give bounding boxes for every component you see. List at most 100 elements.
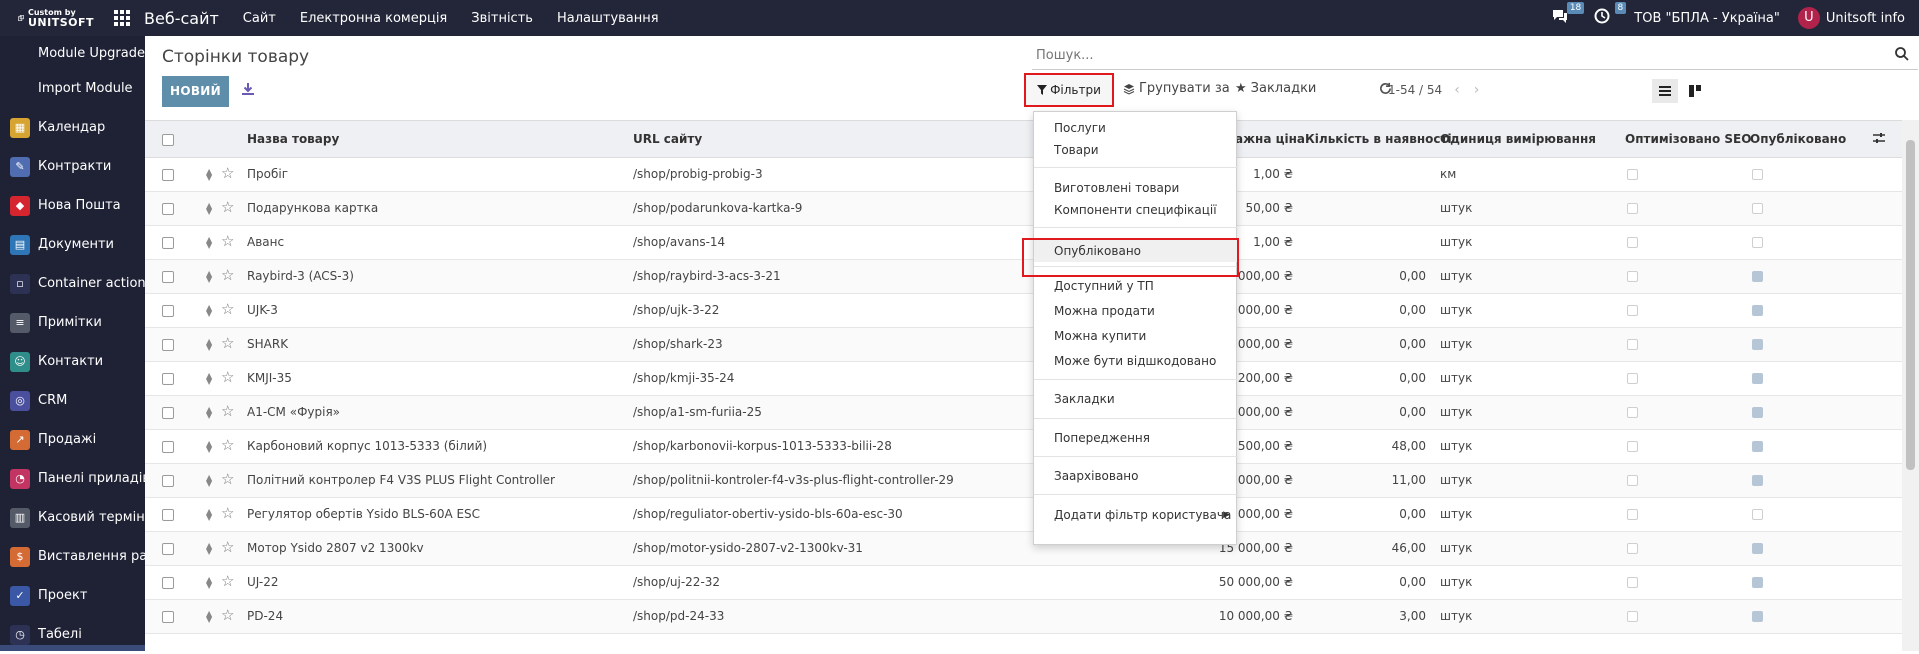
select-all-checkbox[interactable] xyxy=(162,134,174,146)
breadcrumb[interactable]: Сторінки товару xyxy=(162,47,309,67)
menu-site[interactable]: Сайт xyxy=(243,11,276,26)
group-by-button[interactable]: Групувати за xyxy=(1123,81,1230,96)
row-checkbox[interactable] xyxy=(162,373,174,385)
app-name[interactable]: Веб-сайт xyxy=(144,9,219,28)
row-checkbox[interactable] xyxy=(162,441,174,453)
row-checkbox[interactable] xyxy=(162,577,174,589)
sidebar-item-module-upgrade[interactable]: Module Upgrade xyxy=(0,38,145,68)
filter-favorites[interactable]: Закладки xyxy=(1034,388,1238,410)
favorite-star-icon[interactable]: ☆ xyxy=(221,572,234,590)
table-row[interactable]: ▲ ▼ ☆ PD-24/shop/pd-24-33 10 000,00 ₴ 3,00 шту… xyxy=(145,600,1905,634)
add-custom-filter[interactable]: Додати фільтр користувача ▶ xyxy=(1034,504,1238,526)
published-checkbox[interactable] xyxy=(1752,271,1763,282)
download-icon[interactable] xyxy=(239,82,257,100)
favorite-star-icon[interactable]: ☆ xyxy=(221,334,234,352)
header-qty[interactable]: Кількість в наявності xyxy=(1305,132,1452,146)
table-row[interactable]: ▲ ▼ ☆ A1-CM «Фурія»/shop/a1-sm-furiia-25 0 0… xyxy=(145,396,1905,430)
seo-checkbox[interactable] xyxy=(1627,305,1638,316)
seo-checkbox[interactable] xyxy=(1627,203,1638,214)
table-scrollbar[interactable] xyxy=(1902,120,1919,651)
published-checkbox[interactable] xyxy=(1752,577,1763,588)
row-checkbox[interactable] xyxy=(162,169,174,181)
sidebar-item-container-actions[interactable]: ▫ Container actions xyxy=(0,264,145,303)
filter-archived[interactable]: Заархівовано xyxy=(1034,465,1238,487)
seo-checkbox[interactable] xyxy=(1627,577,1638,588)
column-settings-icon[interactable] xyxy=(1873,132,1885,146)
row-checkbox[interactable] xyxy=(162,305,174,317)
row-checkbox[interactable] xyxy=(162,271,174,283)
sidebar-item-contracts[interactable]: ✎ Контракти xyxy=(0,147,145,186)
favorite-star-icon[interactable]: ☆ xyxy=(221,266,234,284)
seo-checkbox[interactable] xyxy=(1627,543,1638,554)
seo-checkbox[interactable] xyxy=(1627,407,1638,418)
published-checkbox[interactable] xyxy=(1752,611,1763,622)
drag-handle-icon[interactable]: ▲ ▼ xyxy=(206,440,214,454)
new-button[interactable]: НОВИЙ xyxy=(162,76,229,107)
table-row[interactable]: ▲ ▼ ☆ UJK-3/shop/ujk-3-22 0 000,00 ₴ 0,00 штук xyxy=(145,294,1905,328)
sidebar-item-dashboards[interactable]: ◔ Панелі приладів xyxy=(0,459,145,498)
drag-handle-icon[interactable]: ▲ ▼ xyxy=(206,202,214,216)
drag-handle-icon[interactable]: ▲ ▼ xyxy=(206,236,214,250)
sidebar-item-invoicing[interactable]: $ Виставлення ра... xyxy=(0,537,145,576)
published-checkbox[interactable] xyxy=(1752,237,1763,248)
drag-handle-icon[interactable]: ▲ ▼ xyxy=(206,304,214,318)
menu-reporting[interactable]: Звітність xyxy=(471,11,533,26)
sidebar-item-project[interactable]: ✓ Проект xyxy=(0,576,145,615)
filter-manufactured[interactable]: Виготовлені товари xyxy=(1034,177,1238,199)
table-row[interactable]: ▲ ▼ ☆ Регулятор обертів Ysido BLS-60A ESC/s… xyxy=(145,498,1905,532)
header-url[interactable]: URL сайту xyxy=(633,132,702,146)
table-row[interactable]: ▲ ▼ ☆ UJ-22/shop/uj-22-32 50 000,00 ₴ 0,00 шту… xyxy=(145,566,1905,600)
drag-handle-icon[interactable]: ▲ ▼ xyxy=(206,338,214,352)
drag-handle-icon[interactable]: ▲ ▼ xyxy=(206,610,214,624)
table-row[interactable]: ▲ ▼ ☆ Мотор Ysido 2807 v2 1300kv/shop/motor… xyxy=(145,532,1905,566)
row-checkbox[interactable] xyxy=(162,407,174,419)
list-view-icon[interactable] xyxy=(1652,79,1678,103)
published-checkbox[interactable] xyxy=(1752,339,1763,350)
favorites-button[interactable]: ★ Закладки xyxy=(1235,81,1316,96)
seo-checkbox[interactable] xyxy=(1627,373,1638,384)
published-checkbox[interactable] xyxy=(1752,169,1763,180)
published-checkbox[interactable] xyxy=(1752,373,1763,384)
pager-next-icon[interactable]: › xyxy=(1474,82,1480,98)
filter-can-be-sold[interactable]: Можна продати xyxy=(1034,300,1238,322)
search-icon[interactable] xyxy=(1894,46,1910,62)
favorite-star-icon[interactable]: ☆ xyxy=(221,232,234,250)
company-switcher[interactable]: ТОВ "БПЛА - Україна" xyxy=(1634,11,1780,26)
kanban-view-icon[interactable] xyxy=(1682,79,1708,103)
sidebar-item-documents[interactable]: ▤ Документи xyxy=(0,225,145,264)
favorite-star-icon[interactable]: ☆ xyxy=(221,504,234,522)
sidebar-item-pos[interactable]: ▥ Касовий термін... xyxy=(0,498,145,537)
seo-checkbox[interactable] xyxy=(1627,339,1638,350)
pager-value[interactable]: 1-54 / 54 xyxy=(1388,83,1442,97)
favorite-star-icon[interactable]: ☆ xyxy=(221,470,234,488)
seo-checkbox[interactable] xyxy=(1627,509,1638,520)
favorite-star-icon[interactable]: ☆ xyxy=(221,198,234,216)
favorite-star-icon[interactable]: ☆ xyxy=(221,164,234,182)
favorite-star-icon[interactable]: ☆ xyxy=(221,436,234,454)
scroll-thumb[interactable] xyxy=(1906,140,1915,470)
sidebar-item-contacts[interactable]: ☺ Контакти xyxy=(0,342,145,381)
drag-handle-icon[interactable]: ▲ ▼ xyxy=(206,542,214,556)
seo-checkbox[interactable] xyxy=(1627,611,1638,622)
filter-bom-components[interactable]: Компоненти специфікації xyxy=(1034,199,1238,221)
drag-handle-icon[interactable]: ▲ ▼ xyxy=(206,576,214,590)
unitsoft-logo[interactable]: Custom by UNITSOFT xyxy=(0,0,94,36)
favorite-star-icon[interactable]: ☆ xyxy=(221,300,234,318)
sidebar-item-notes[interactable]: ≡ Примітки xyxy=(0,303,145,342)
filter-warnings[interactable]: Попередження xyxy=(1034,427,1238,449)
favorite-star-icon[interactable]: ☆ xyxy=(221,538,234,556)
table-row[interactable]: ▲ ▼ ☆ Карбоновий корпус 1013-5333 (білий) /s… xyxy=(145,430,1905,464)
header-published[interactable]: Опубліковано xyxy=(1750,132,1846,146)
row-checkbox[interactable] xyxy=(162,543,174,555)
seo-checkbox[interactable] xyxy=(1627,441,1638,452)
seo-checkbox[interactable] xyxy=(1627,271,1638,282)
user-name[interactable]: Unitsoft info xyxy=(1826,11,1905,26)
activity-clock-icon[interactable]: 8 xyxy=(1592,2,1627,28)
published-checkbox[interactable] xyxy=(1752,509,1763,520)
filter-services[interactable]: Послуги xyxy=(1034,117,1238,139)
sidebar-item-crm[interactable]: ◎ CRM xyxy=(0,381,145,420)
user-avatar[interactable]: U xyxy=(1797,7,1820,29)
sidebar-item-import-module[interactable]: Import Module xyxy=(0,68,145,108)
menu-ecommerce[interactable]: Електронна комерція xyxy=(300,11,447,26)
menu-settings[interactable]: Налаштування xyxy=(557,11,659,26)
